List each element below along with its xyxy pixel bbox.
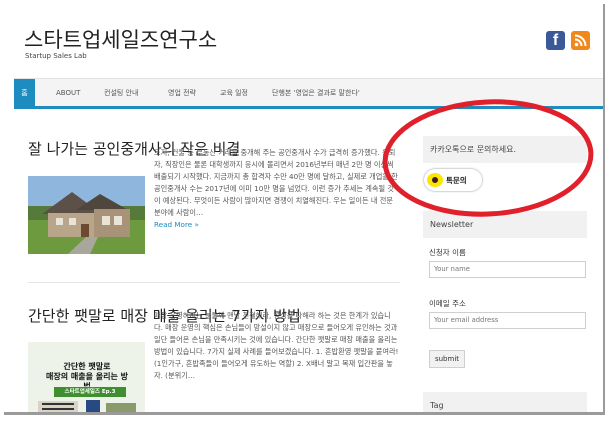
browser-page: 스타트업세일즈연구소 Startup Sales Lab f 홈 ABOUT 컨… [4, 4, 605, 415]
annotation-ellipse [382, 99, 594, 217]
